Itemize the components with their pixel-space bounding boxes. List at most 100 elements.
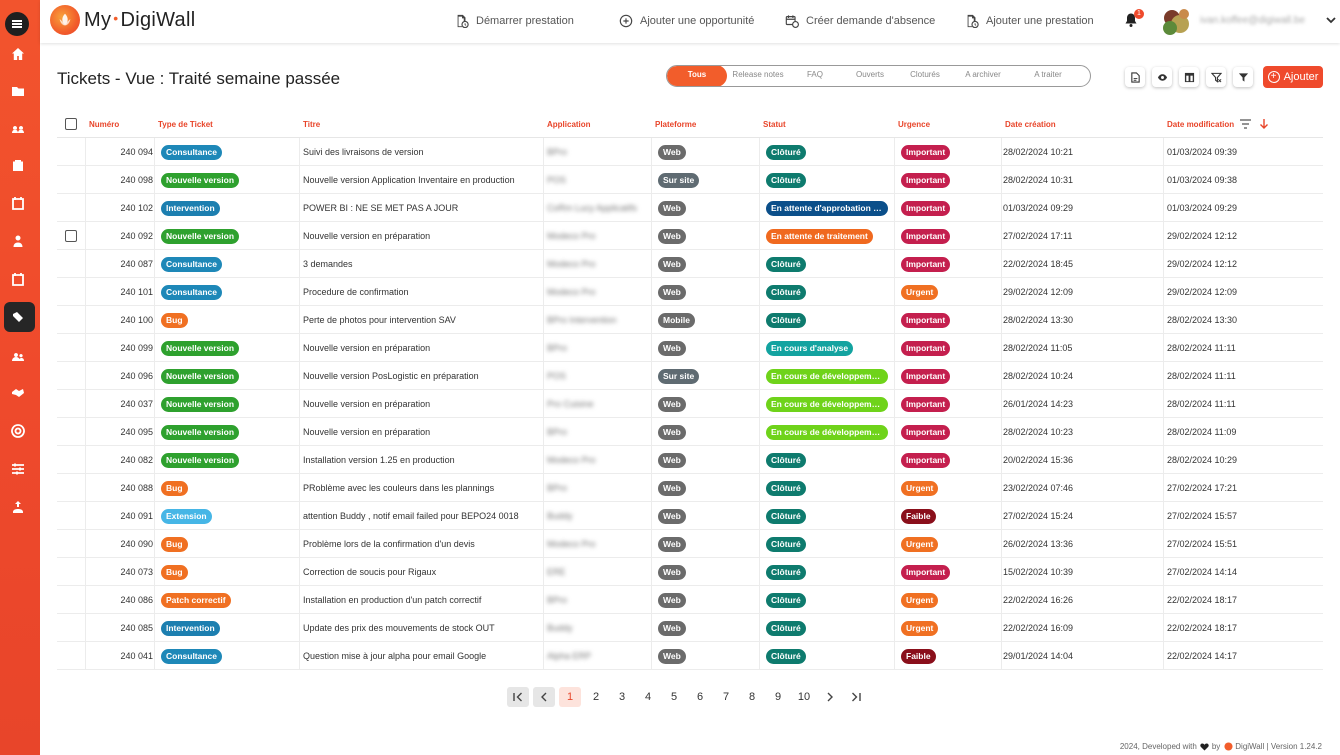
sidebar-item-users-gear[interactable] (8, 118, 28, 138)
cell-application: Modeco Pro (547, 539, 596, 549)
sidebar-item-home[interactable] (8, 44, 28, 64)
menu-toggle-button[interactable] (5, 12, 29, 36)
cell-divider (759, 530, 760, 557)
table-row[interactable]: 240 041 Consultance Question mise à jour a… (57, 642, 1323, 670)
filter-tab-0[interactable]: Tous (667, 66, 727, 86)
add-opportunity-button[interactable]: Ajouter une opportunité (619, 14, 754, 28)
filter-button[interactable] (1233, 67, 1253, 87)
cell-divider (154, 138, 155, 165)
cell-divider (1001, 446, 1002, 473)
page-button-1[interactable]: 1 (559, 687, 581, 707)
first-page-button[interactable] (507, 687, 529, 707)
ticket-filter-tabs: Tous Release notes FAQ Ouverts Cloturés A arc… (666, 65, 1091, 87)
header-date-creation[interactable]: Date création (1005, 120, 1056, 129)
table-row[interactable]: 240 085 Intervention Update des prix des m… (57, 614, 1323, 642)
sort-desc-icon[interactable] (1259, 118, 1269, 130)
header-plateforme[interactable]: Plateforme (655, 120, 696, 129)
table-row[interactable]: 240 098 Nouvelle version Nouvelle version … (57, 166, 1323, 194)
page-button-6[interactable]: 6 (689, 687, 711, 707)
cell-divider (759, 334, 760, 361)
table-row[interactable]: 240 086 Patch correctif Installation en pr… (57, 586, 1323, 614)
table-row[interactable]: 240 092 Nouvelle version Nouvelle version … (57, 222, 1323, 250)
page-button-7[interactable]: 7 (715, 687, 737, 707)
chevron-down-icon[interactable] (1324, 13, 1338, 27)
cell-divider (543, 586, 544, 613)
cell-divider (894, 362, 895, 389)
sidebar-item-tickets[interactable] (8, 307, 28, 327)
table-row[interactable]: 240 073 Bug Correction de soucis pour Riga… (57, 558, 1323, 586)
urgency-badge: Important (901, 453, 951, 468)
table-row[interactable]: 240 088 Bug PRoblème avec les couleurs dan… (57, 474, 1323, 502)
page-button-4[interactable]: 4 (637, 687, 659, 707)
table-row[interactable]: 240 090 Bug Problème lors de la confirmati… (57, 530, 1323, 558)
page-button-3[interactable]: 3 (611, 687, 633, 707)
cell-numero: 240 101 (120, 287, 153, 297)
page-button-5[interactable]: 5 (663, 687, 685, 707)
page-button-9[interactable]: 9 (767, 687, 789, 707)
sidebar-item-calendar[interactable] (8, 193, 28, 213)
page-button-2[interactable]: 2 (585, 687, 607, 707)
table-row[interactable]: 240 094 Consultance Suivi des livraisons d… (57, 138, 1323, 166)
table-row[interactable]: 240 091 Extension attention Buddy , notif … (57, 502, 1323, 530)
filter-tab-1[interactable]: Release notes (727, 66, 789, 86)
header-titre[interactable]: Titre (303, 120, 320, 129)
header-urgence[interactable]: Urgence (898, 120, 930, 129)
columns-button[interactable] (1179, 67, 1199, 87)
cell-date-creation: 29/01/2024 14:04 (1003, 651, 1074, 661)
sidebar-item-sliders[interactable] (8, 459, 28, 479)
last-page-button[interactable] (845, 687, 867, 707)
add-prestation-button[interactable]: Ajouter une prestation (965, 14, 1094, 28)
page-button-8[interactable]: 8 (741, 687, 763, 707)
cell-date-modification: 27/02/2024 17:21 (1167, 483, 1238, 493)
sidebar-item-folder[interactable] (8, 81, 28, 101)
table-row[interactable]: 240 101 Consultance Procedure de confirmat… (57, 278, 1323, 306)
create-absence-button[interactable]: Créer demande d'absence (785, 14, 935, 28)
next-page-button[interactable] (819, 687, 841, 707)
app-logo[interactable]: My • DigiWall (50, 5, 195, 35)
table-row[interactable]: 240 082 Nouvelle version Installation vers… (57, 446, 1323, 474)
cell-titre: Question mise à jour alpha pour email Go… (303, 651, 487, 661)
header-type[interactable]: Type de Ticket (158, 120, 213, 129)
platform-badge: Web (658, 285, 686, 300)
sidebar-item-user-tie[interactable] (8, 231, 28, 251)
table-row[interactable]: 240 087 Consultance 3 demandes Modeco Pro We… (57, 250, 1323, 278)
start-prestation-button[interactable]: Démarrer prestation (455, 14, 574, 28)
filter-tab-2[interactable]: FAQ (789, 66, 841, 86)
sidebar-item-team[interactable] (8, 346, 28, 366)
urgency-badge: Important (901, 201, 951, 216)
filter-tab-4[interactable]: Cloturés (899, 66, 951, 86)
sidebar-item-settings-circle[interactable] (8, 421, 28, 441)
clear-filter-button[interactable] (1206, 67, 1226, 87)
sidebar-item-clipboard[interactable] (8, 155, 28, 175)
header-numero[interactable]: Numéro (89, 120, 119, 129)
table-row[interactable]: 240 096 Nouvelle version Nouvelle version … (57, 362, 1323, 390)
sidebar-item-calendar-check[interactable] (8, 269, 28, 289)
sidebar-item-user-upload[interactable] (8, 497, 28, 517)
filter-tab-5[interactable]: A archiver (951, 66, 1015, 86)
header-date-modification[interactable]: Date modification (1167, 120, 1234, 129)
calendar-icon (12, 197, 24, 210)
table-row[interactable]: 240 100 Bug Perte de photos pour intervent… (57, 306, 1323, 334)
table-row[interactable]: 240 095 Nouvelle version Nouvelle version … (57, 418, 1323, 446)
cell-divider (299, 474, 300, 501)
table-row[interactable]: 240 037 Nouvelle version Nouvelle version … (57, 390, 1323, 418)
sidebar-item-handshake[interactable] (8, 383, 28, 403)
table-row[interactable]: 240 099 Nouvelle version Nouvelle version … (57, 334, 1323, 362)
filter-tab-6[interactable]: A traiter (1015, 66, 1081, 86)
filter-tab-3[interactable]: Ouverts (841, 66, 899, 86)
select-all-checkbox[interactable] (65, 118, 77, 130)
table-row[interactable]: 240 102 Intervention POWER BI : NE SE MET … (57, 194, 1323, 222)
avatar[interactable] (1158, 4, 1194, 40)
export-button[interactable] (1125, 67, 1145, 87)
header-application[interactable]: Application (547, 120, 591, 129)
row-checkbox[interactable] (65, 230, 77, 242)
header-statut[interactable]: Statut (763, 120, 786, 129)
cell-divider (1163, 642, 1164, 669)
add-ticket-button[interactable]: + Ajouter (1263, 66, 1323, 88)
column-filter-icon[interactable] (1240, 119, 1251, 129)
page-button-10[interactable]: 10 (793, 687, 815, 707)
status-badge: En cours de développement (766, 425, 888, 440)
cell-divider (543, 558, 544, 585)
prev-page-button[interactable] (533, 687, 555, 707)
view-button[interactable] (1152, 67, 1172, 87)
